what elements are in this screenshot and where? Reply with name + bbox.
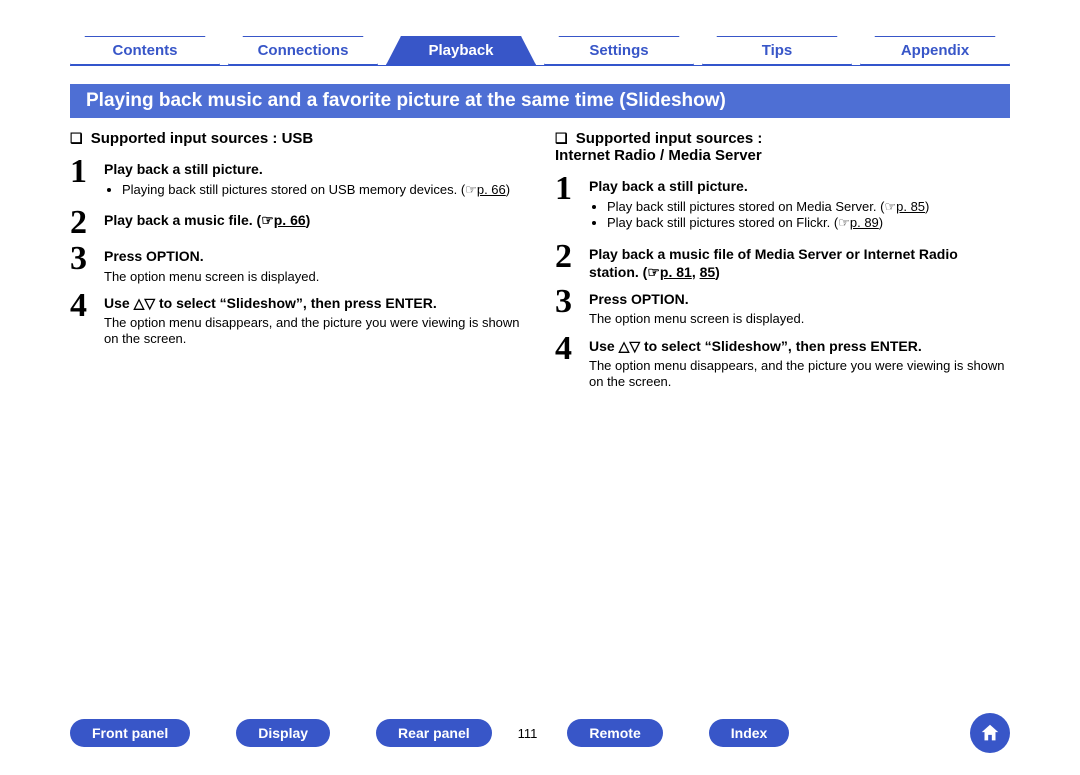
pill-remote[interactable]: Remote bbox=[567, 719, 662, 747]
bullet-tail: ) bbox=[879, 215, 883, 230]
left-heading: ❏ Supported input sources : USB bbox=[70, 130, 525, 147]
list-item: Play back still pictures stored on Media… bbox=[607, 199, 929, 215]
page-link[interactable]: p. 66 bbox=[477, 182, 506, 197]
step-number: 2 bbox=[70, 208, 104, 238]
bullet-text: Playing back still pictures stored on US… bbox=[122, 182, 465, 197]
hand-icon: ☞ bbox=[838, 215, 850, 230]
step-title: Play back a music file. (☞p. 66) bbox=[104, 211, 310, 229]
right-step-1: 1 Play back a still picture. Play back s… bbox=[555, 174, 1010, 236]
step-title-mid: , bbox=[692, 264, 700, 280]
col-right: ❏ Supported input sources : Internet Rad… bbox=[555, 130, 1010, 396]
pill-front-panel[interactable]: Front panel bbox=[70, 719, 190, 747]
step-number: 2 bbox=[555, 242, 589, 272]
pill-index[interactable]: Index bbox=[709, 719, 790, 747]
bottom-nav: Front panel Display Rear panel 111 Remot… bbox=[70, 713, 1010, 753]
page-link[interactable]: 85 bbox=[700, 264, 716, 280]
page-number: 111 bbox=[518, 726, 538, 741]
col-left: ❏ Supported input sources : USB 1 Play b… bbox=[70, 130, 525, 396]
tab-playback[interactable]: Playback bbox=[386, 36, 536, 65]
step-desc: The option menu disappears, and the pict… bbox=[104, 315, 525, 348]
right-heading: ❏ Supported input sources : Internet Rad… bbox=[555, 130, 1010, 164]
step-title: Press OPTION. bbox=[104, 247, 319, 265]
step-title: Play back a still picture. bbox=[104, 160, 510, 178]
step-title: Use △▽ to select “Slideshow”, then press… bbox=[104, 294, 525, 312]
step-title: Use △▽ to select “Slideshow”, then press… bbox=[589, 337, 1010, 355]
right-heading-line2: Internet Radio / Media Server bbox=[555, 147, 762, 164]
step-title-suffix: ) bbox=[306, 212, 311, 228]
content-columns: ❏ Supported input sources : USB 1 Play b… bbox=[70, 130, 1010, 396]
bullet-text: Play back still pictures stored on Flick… bbox=[607, 215, 838, 230]
page-link[interactable]: p. 85 bbox=[896, 199, 925, 214]
top-nav-inner: Contents Connections Playback Settings T… bbox=[70, 34, 1010, 65]
top-nav: Contents Connections Playback Settings T… bbox=[70, 14, 1010, 66]
home-button[interactable] bbox=[970, 713, 1010, 753]
bullet-text: Play back still pictures stored on Media… bbox=[607, 199, 884, 214]
hand-icon: ☞ bbox=[884, 199, 896, 214]
hand-icon: ☞ bbox=[465, 182, 477, 197]
step-number: 4 bbox=[70, 291, 104, 321]
home-icon bbox=[979, 722, 1001, 744]
left-step-3: 3 Press OPTION. The option menu screen i… bbox=[70, 244, 525, 284]
page-link[interactable]: p. 66 bbox=[274, 212, 306, 228]
step-number: 1 bbox=[70, 157, 104, 187]
left-heading-text: Supported input sources : USB bbox=[91, 130, 314, 147]
step-desc: The option menu screen is displayed. bbox=[589, 311, 804, 327]
square-bullet-icon: ❏ bbox=[70, 130, 83, 146]
step-number: 1 bbox=[555, 174, 589, 204]
step-title: Play back a still picture. bbox=[589, 177, 929, 195]
pill-rear-panel[interactable]: Rear panel bbox=[376, 719, 492, 747]
hand-icon: ☞ bbox=[647, 264, 660, 280]
tab-tips[interactable]: Tips bbox=[702, 36, 852, 65]
step-title-prefix: Play back a music file. ( bbox=[104, 212, 261, 228]
step-number: 3 bbox=[70, 244, 104, 274]
list-item: Play back still pictures stored on Flick… bbox=[607, 215, 929, 231]
step-number: 4 bbox=[555, 334, 589, 364]
tab-connections[interactable]: Connections bbox=[228, 36, 378, 65]
tab-settings[interactable]: Settings bbox=[544, 36, 694, 65]
left-step-2: 2 Play back a music file. (☞p. 66) bbox=[70, 208, 525, 238]
right-step-4: 4 Use △▽ to select “Slideshow”, then pre… bbox=[555, 334, 1010, 391]
pill-display[interactable]: Display bbox=[236, 719, 330, 747]
page-link[interactable]: p. 89 bbox=[850, 215, 879, 230]
right-step-2: 2 Play back a music file of Media Server… bbox=[555, 242, 1010, 281]
step-desc: The option menu disappears, and the pict… bbox=[589, 358, 1010, 391]
right-step-3: 3 Press OPTION. The option menu screen i… bbox=[555, 287, 1010, 327]
list-item: Playing back still pictures stored on US… bbox=[122, 182, 510, 198]
step-title: Play back a music file of Media Server o… bbox=[589, 245, 1010, 281]
hand-icon: ☞ bbox=[261, 212, 274, 228]
step-desc: The option menu screen is displayed. bbox=[104, 269, 319, 285]
page-link[interactable]: p. 81 bbox=[660, 264, 692, 280]
page-title: Playing back music and a favorite pictur… bbox=[70, 84, 1010, 118]
step-title: Press OPTION. bbox=[589, 290, 804, 308]
bullet-tail: ) bbox=[506, 182, 510, 197]
left-step-1: 1 Play back a still picture. Playing bac… bbox=[70, 157, 525, 202]
step-title-suffix: ) bbox=[715, 264, 720, 280]
tab-contents[interactable]: Contents bbox=[70, 36, 220, 65]
bullet-tail: ) bbox=[925, 199, 929, 214]
step-number: 3 bbox=[555, 287, 589, 317]
right-heading-line1: Supported input sources : bbox=[576, 130, 763, 147]
step-title-prefix: Play back a music file of Media Server o… bbox=[589, 246, 958, 280]
square-bullet-icon: ❏ bbox=[555, 130, 568, 146]
left-step-4: 4 Use △▽ to select “Slideshow”, then pre… bbox=[70, 291, 525, 348]
tab-appendix[interactable]: Appendix bbox=[860, 36, 1010, 65]
